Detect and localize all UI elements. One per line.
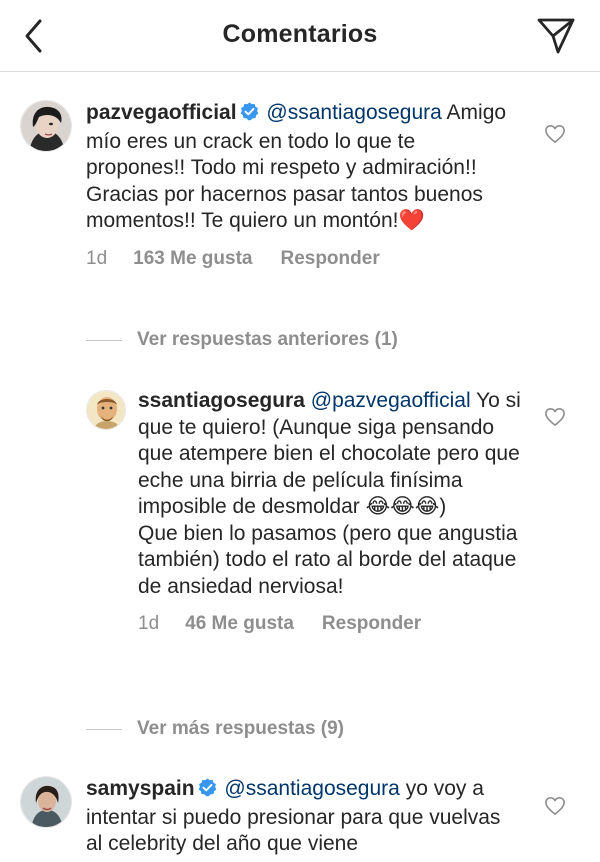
like-button[interactable] — [544, 124, 566, 149]
reply-content-part2: ) — [439, 495, 447, 518]
like-button[interactable] — [544, 407, 566, 432]
comment-item: pazvegaofficial @ssantiagosegura Amigo m… — [20, 100, 520, 270]
user-avatar-image — [21, 101, 71, 151]
reply-content-part3: Que bien lo pasamos (pero que angustia t… — [138, 521, 518, 598]
reply-item: ssantiagosegura @pazvegaofficial Yo si q… — [86, 388, 524, 635]
verified-badge-icon — [240, 102, 259, 129]
view-previous-replies[interactable]: Ver respuestas anteriores (1) — [86, 329, 398, 351]
paper-plane-icon — [537, 18, 575, 54]
comment-item: samyspain @ssantiagosegura yo voy a inte… — [20, 776, 520, 858]
comment-text: samyspain @ssantiagosegura yo voy a inte… — [86, 776, 520, 858]
user-avatar-image — [87, 391, 125, 429]
reply-likes[interactable]: 46 Me gusta — [185, 613, 294, 635]
avatar[interactable] — [20, 100, 72, 152]
view-more-replies[interactable]: Ver más respuestas (9) — [86, 718, 344, 740]
verified-badge-icon — [198, 778, 217, 805]
comment-timestamp: 1d — [86, 247, 108, 269]
share-button[interactable] — [534, 14, 578, 58]
comment-mention[interactable]: @ssantiagosegura — [224, 777, 399, 800]
reply-text: ssantiagosegura @pazvegaofficial Yo si q… — [138, 388, 524, 600]
user-avatar-image — [21, 777, 71, 827]
reply-button[interactable]: Responder — [280, 248, 379, 270]
laughing-emoji-group: 😂😂😂 — [365, 495, 440, 518]
comment-username[interactable]: pazvegaofficial — [86, 101, 237, 124]
divider-line — [86, 339, 122, 341]
comment-mention[interactable]: @ssantiagosegura — [266, 101, 441, 124]
divider-line — [86, 728, 122, 730]
view-more-replies-label: Ver más respuestas (9) — [137, 718, 345, 739]
view-previous-replies-label: Ver respuestas anteriores (1) — [137, 329, 398, 350]
reply-timestamp: 1d — [138, 613, 160, 634]
avatar[interactable] — [20, 776, 72, 828]
comment-likes[interactable]: 163 Me gusta — [133, 248, 252, 270]
avatar[interactable] — [86, 390, 126, 430]
reply-username[interactable]: ssantiagosegura — [138, 389, 305, 412]
comment-username[interactable]: samyspain — [86, 777, 195, 800]
comment-text: pazvegaofficial @ssantiagosegura Amigo m… — [86, 100, 520, 235]
header-bar: Comentarios — [0, 0, 600, 72]
reply-button[interactable]: Responder — [322, 613, 421, 635]
comment-meta: 1d 163 Me gusta Responder — [86, 248, 520, 270]
heart-outline-icon — [545, 125, 565, 143]
heart-emoji: ❤️ — [398, 209, 425, 232]
like-button[interactable] — [544, 796, 566, 821]
heart-outline-icon — [545, 797, 565, 815]
heart-outline-icon — [545, 408, 565, 426]
reply-mention[interactable]: @pazvegaofficial — [311, 389, 471, 412]
page-title: Comentarios — [222, 20, 378, 48]
reply-meta: 1d 46 Me gusta Responder — [138, 613, 524, 635]
